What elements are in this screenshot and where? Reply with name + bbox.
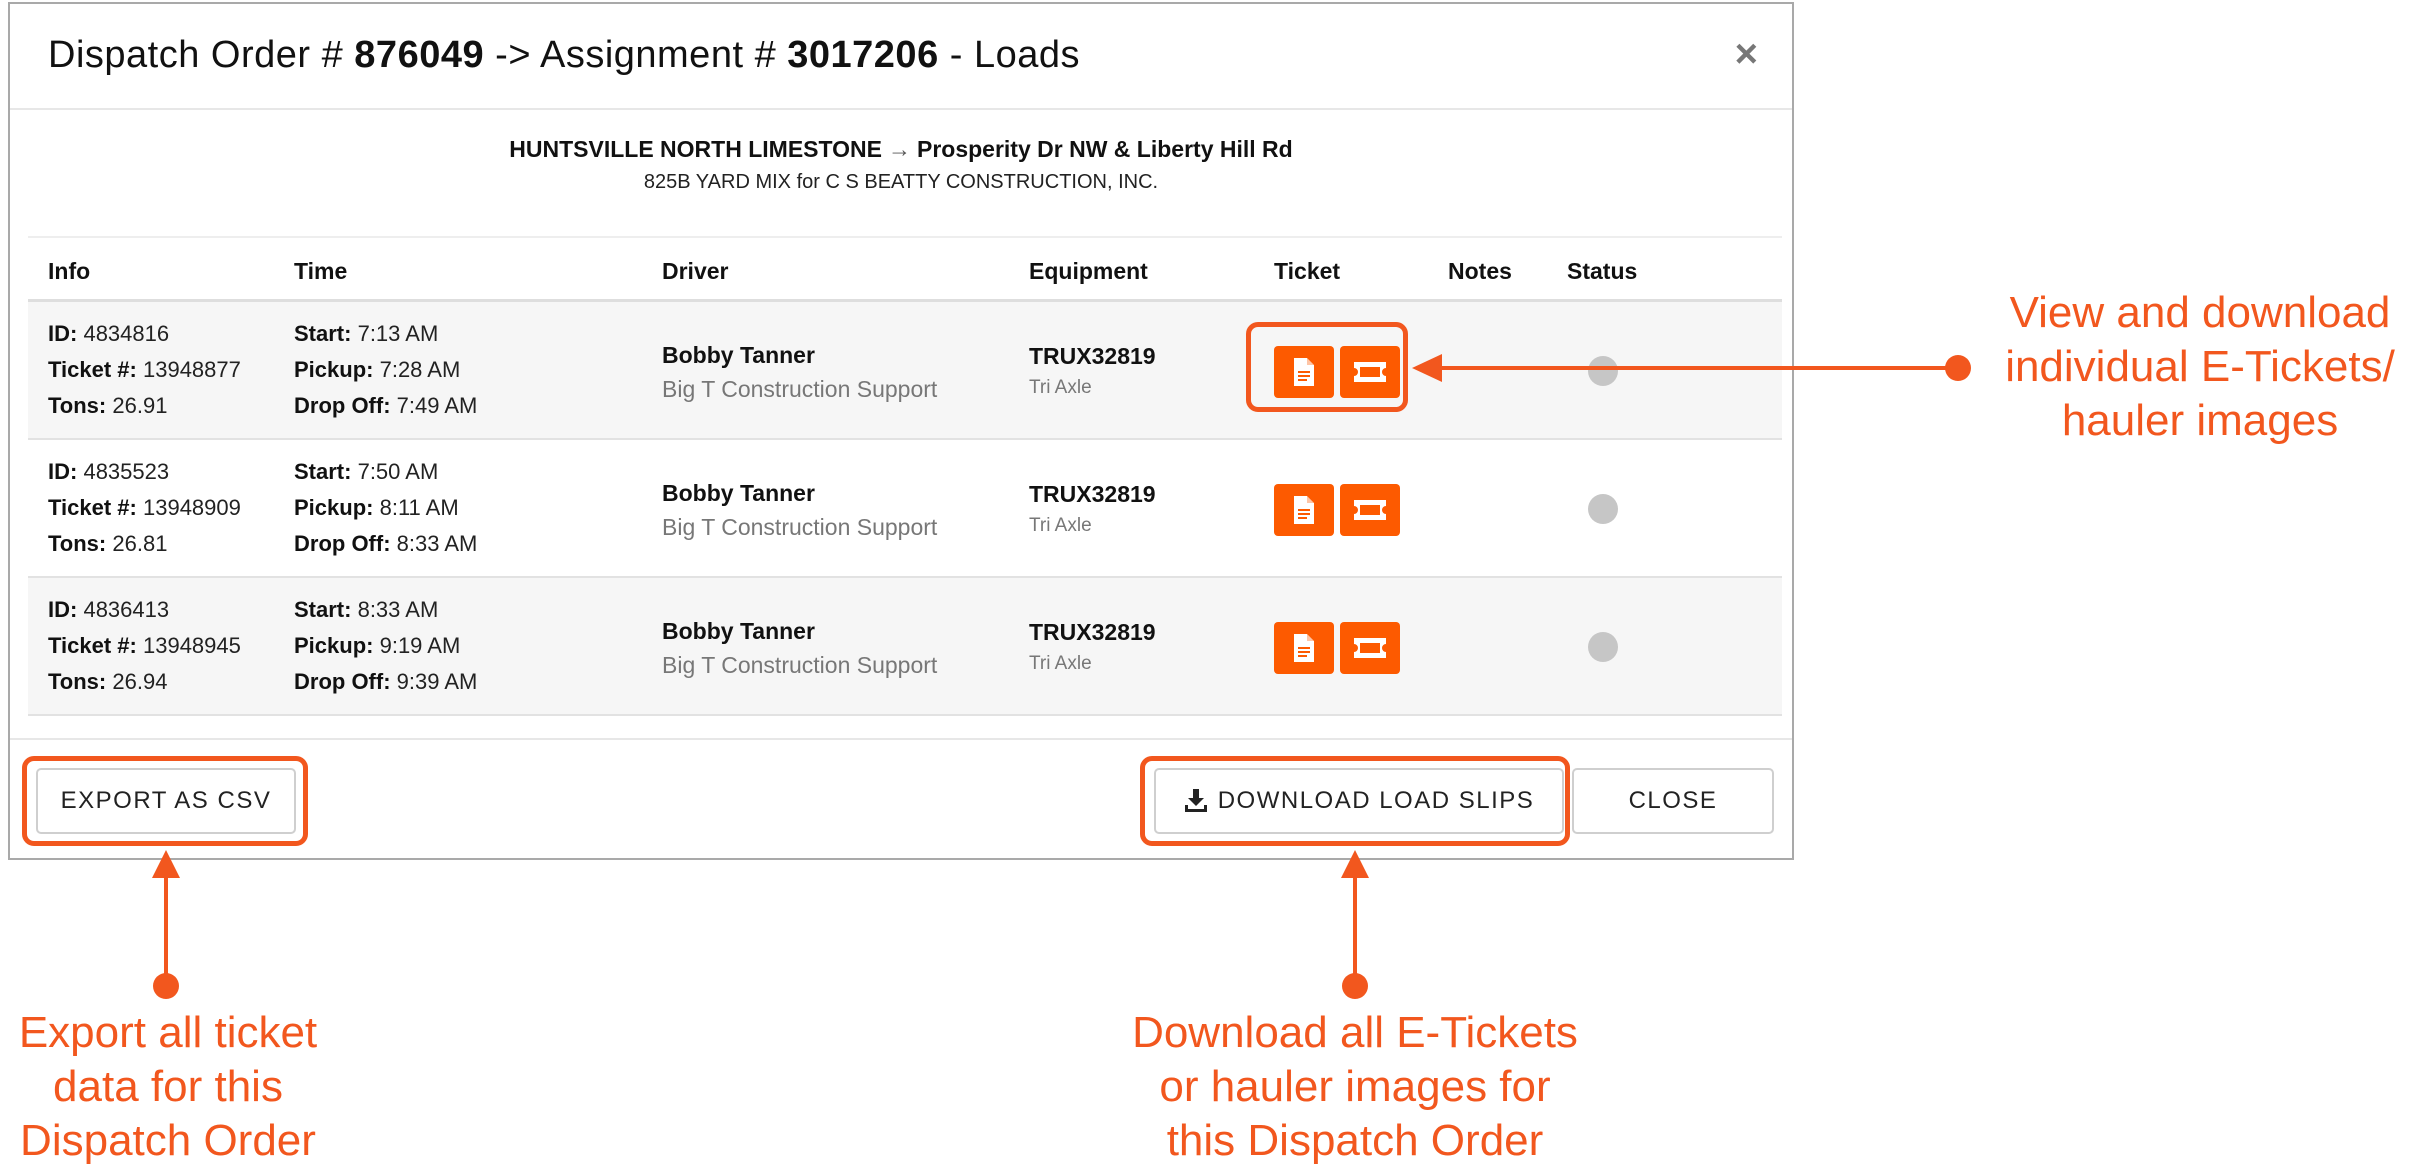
download-callout-dot xyxy=(1342,973,1368,999)
tickets-callout-dot xyxy=(1945,355,1971,381)
annotation-arrows xyxy=(152,354,1971,999)
export-callout-arrowhead xyxy=(152,850,180,878)
export-callout-dot xyxy=(153,973,179,999)
download-callout-arrowhead xyxy=(1341,850,1369,878)
download-annotation: Download all E-Tickets or hauler images … xyxy=(1132,1008,1578,1165)
export-annotation: Export all ticket data for this Dispatch… xyxy=(18,1008,318,1165)
tickets-callout-arrowhead xyxy=(1412,354,1442,382)
tickets-annotation: View and download individual E-Tickets/ … xyxy=(2005,288,2395,445)
